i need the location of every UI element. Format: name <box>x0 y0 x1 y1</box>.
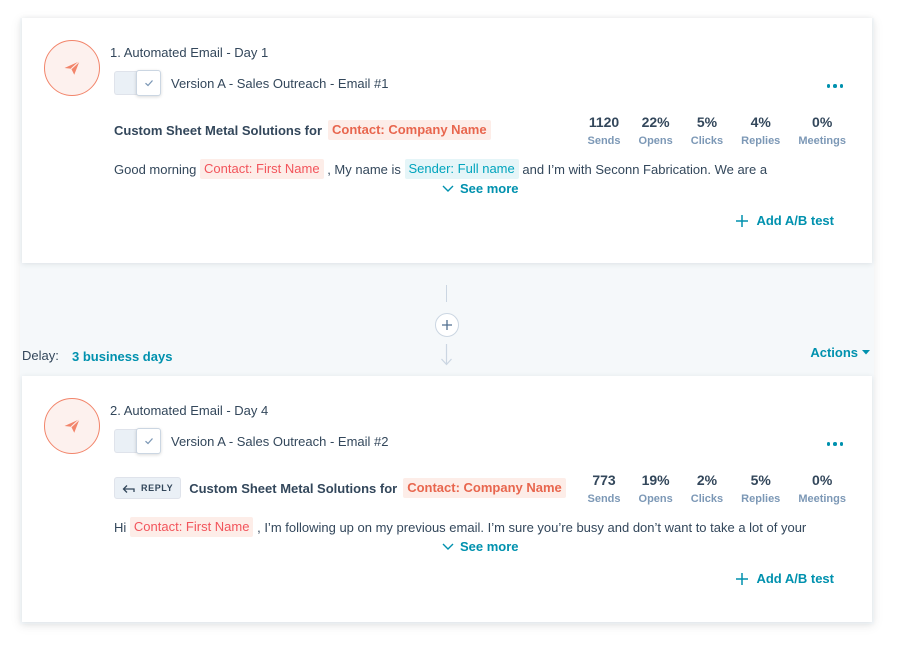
company-name-token: Contact: Company Name <box>403 478 566 498</box>
arrow-down-icon <box>441 344 452 366</box>
toggle-knob <box>136 70 161 96</box>
more-options-button[interactable] <box>826 442 843 446</box>
add-step-button[interactable] <box>435 313 459 337</box>
company-name-token: Contact: Company Name <box>328 120 491 140</box>
more-icon-dot <box>833 442 837 446</box>
email-subject: REPLY Custom Sheet Metal Solutions for C… <box>114 476 566 500</box>
version-name: Version A - Sales Outreach - Email #2 <box>171 434 389 449</box>
stat-label: Replies <box>741 493 781 505</box>
stat-clicks: 2% Clicks <box>691 472 723 505</box>
stat-replies: 4% Replies <box>741 114 780 147</box>
version-toggle[interactable] <box>114 428 162 455</box>
reply-badge[interactable]: REPLY <box>114 477 182 499</box>
email-stats: 773 Sends 19% Opens 2% Clicks 5% Replies 0% M… <box>570 472 847 505</box>
first-name-token: Contact: First Name <box>129 517 254 537</box>
add-ab-test-button[interactable]: Add A/B test <box>736 571 834 586</box>
see-more-label: See more <box>460 539 519 554</box>
stat-label: Sends <box>587 135 621 147</box>
email-step-avatar <box>44 40 100 96</box>
more-icon-dot <box>826 442 830 446</box>
connector-line <box>446 285 447 302</box>
body-text: and I’m with Seconn Fabrication. We are … <box>518 161 768 177</box>
stat-meetings: 0% Meetings <box>798 114 846 147</box>
stat-opens: 22% Opens <box>639 114 673 147</box>
stat-clicks: 5% Clicks <box>691 114 723 147</box>
more-icon-dot <box>826 84 830 88</box>
stat-meetings: 0% Meetings <box>798 472 846 505</box>
paper-plane-icon <box>64 418 80 433</box>
stat-label: Meetings <box>798 135 846 147</box>
stat-value: 1120 <box>588 114 620 130</box>
actions-label: Actions <box>810 345 858 360</box>
add-ab-test-button[interactable]: Add A/B test <box>736 213 834 228</box>
stat-value: 5% <box>750 472 771 488</box>
stat-sends: 1120 Sends <box>588 114 621 147</box>
chevron-down-icon <box>442 543 454 550</box>
stat-label: Meetings <box>798 493 846 505</box>
email-body-preview: Good morning Contact: First Name , My na… <box>114 159 814 179</box>
stat-label: Clicks <box>690 493 724 505</box>
stat-value: 22% <box>641 114 670 130</box>
body-text: , My name is <box>323 161 405 177</box>
email-subject: Custom Sheet Metal Solutions for Contact… <box>114 118 491 142</box>
see-more-label: See more <box>460 181 519 196</box>
delay-label: Delay: <box>22 348 59 363</box>
sender-name-token: Sender: Full name <box>404 159 519 179</box>
more-icon-dot <box>833 84 837 88</box>
stat-value: 0% <box>812 472 833 488</box>
email-step-card-1: 1. Automated Email - Day 1 Version A - S… <box>22 18 872 263</box>
email-step-card-2: 2. Automated Email - Day 4 Version A - S… <box>22 376 872 622</box>
stat-label: Opens <box>638 493 673 505</box>
email-body-preview: Hi Contact: First Name , I’m following u… <box>114 517 814 537</box>
more-options-button[interactable] <box>826 84 843 88</box>
step-title: 2. Automated Email - Day 4 <box>110 403 269 418</box>
stat-label: Opens <box>638 135 673 147</box>
version-name: Version A - Sales Outreach - Email #1 <box>171 76 389 91</box>
reply-label: REPLY <box>141 483 174 493</box>
stat-value: 19% <box>641 472 670 488</box>
more-icon-dot <box>839 84 843 88</box>
body-text: , I’m following up on my previous email.… <box>253 519 807 535</box>
stat-label: Sends <box>587 493 621 505</box>
toggle-track <box>114 429 138 453</box>
toggle-knob <box>136 428 161 454</box>
actions-dropdown[interactable]: Actions <box>810 345 870 360</box>
version-toggle[interactable] <box>114 70 162 97</box>
see-more-link[interactable]: See more <box>442 181 519 196</box>
email-step-avatar <box>44 398 100 454</box>
stat-value: 2% <box>696 472 718 488</box>
reply-arrow-icon <box>122 484 135 493</box>
first-name-token: Contact: First Name <box>200 159 324 179</box>
body-text: Good morning <box>114 161 200 177</box>
plus-icon <box>736 572 749 585</box>
chevron-down-icon <box>442 185 454 192</box>
stat-value: 773 <box>592 472 616 488</box>
caret-down-icon <box>862 350 870 355</box>
add-ab-label: Add A/B test <box>756 213 834 228</box>
add-ab-label: Add A/B test <box>756 571 834 586</box>
stat-value: 5% <box>696 114 718 130</box>
subject-text: Custom Sheet Metal Solutions for <box>114 122 323 138</box>
stat-label: Replies <box>741 135 781 147</box>
stat-value: 4% <box>750 114 771 130</box>
step-title: 1. Automated Email - Day 1 <box>110 45 269 60</box>
subject-text: Custom Sheet Metal Solutions for <box>189 480 398 496</box>
toggle-track <box>114 71 138 95</box>
stat-sends: 773 Sends <box>588 472 621 505</box>
plus-icon <box>736 214 749 227</box>
more-icon-dot <box>839 442 843 446</box>
stat-replies: 5% Replies <box>741 472 780 505</box>
paper-plane-icon <box>64 60 80 75</box>
checkmark-icon <box>144 80 153 87</box>
delay-value-link[interactable]: 3 business days <box>72 349 172 364</box>
body-text: Hi <box>114 519 130 535</box>
stat-value: 0% <box>812 114 833 130</box>
stat-label: Clicks <box>690 135 724 147</box>
plus-icon <box>442 320 452 330</box>
stat-opens: 19% Opens <box>639 472 673 505</box>
see-more-link[interactable]: See more <box>442 539 519 554</box>
checkmark-icon <box>144 438 153 445</box>
email-stats: 1120 Sends 22% Opens 5% Clicks 4% Replies 0%… <box>570 114 847 147</box>
